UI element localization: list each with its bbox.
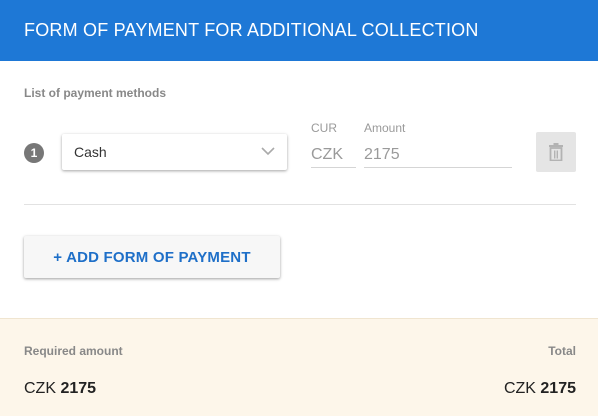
currency-field[interactable] (311, 138, 356, 168)
payment-method-select[interactable]: Cash (62, 134, 287, 170)
chevron-down-icon (261, 147, 275, 156)
payment-methods-label: List of payment methods (24, 86, 167, 100)
add-form-of-payment-button[interactable]: + ADD FORM OF PAYMENT (24, 236, 280, 278)
dialog-header: FORM OF PAYMENT FOR ADDITIONAL COLLECTIO… (0, 0, 598, 61)
required-amount-value: CZK 2175 (24, 380, 96, 398)
currency-label: CUR (311, 121, 337, 135)
total-amount-value: CZK 2175 (504, 380, 576, 398)
required-number: 2175 (60, 380, 97, 397)
delete-payment-button[interactable] (536, 132, 576, 172)
row-number-badge: 1 (24, 143, 44, 163)
add-form-of-payment-label: + ADD FORM OF PAYMENT (53, 248, 251, 266)
summary-footer: Required amount Total CZK 2175 CZK 2175 (0, 318, 598, 416)
divider (24, 204, 576, 205)
required-amount-label: Required amount (24, 344, 123, 358)
total-number: 2175 (540, 380, 576, 397)
total-currency: CZK (503, 380, 536, 397)
amount-label: Amount (364, 121, 406, 135)
trash-icon (549, 143, 563, 161)
total-label: Total (548, 344, 576, 358)
required-currency: CZK (24, 380, 56, 397)
dialog-title: FORM OF PAYMENT FOR ADDITIONAL COLLECTIO… (24, 20, 479, 40)
payment-method-value: Cash (74, 144, 107, 160)
amount-field[interactable] (364, 138, 512, 168)
